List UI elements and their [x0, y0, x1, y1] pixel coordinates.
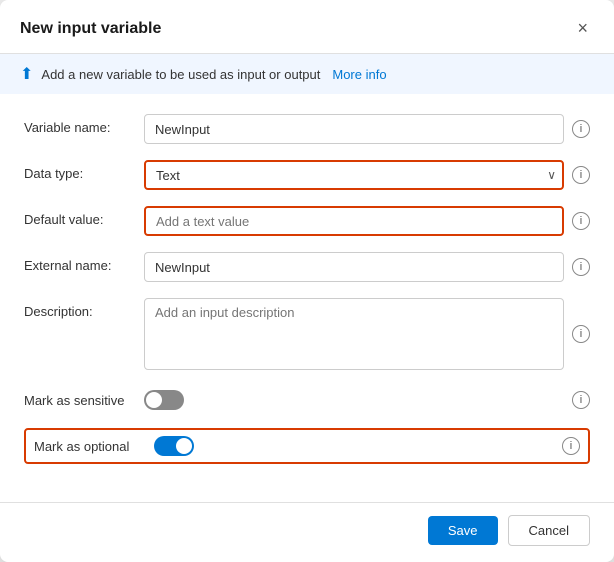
- default-value-input[interactable]: [144, 206, 564, 236]
- upload-icon: ⬆: [20, 64, 33, 84]
- data-type-select[interactable]: Text Boolean Number DateTime List: [144, 160, 564, 190]
- info-banner-text: Add a new variable to be used as input o…: [41, 67, 320, 82]
- default-value-label: Default value:: [24, 206, 144, 227]
- new-input-variable-dialog: New input variable × ⬆ Add a new variabl…: [0, 0, 614, 562]
- data-type-row: Data type: Text Boolean Number DateTime …: [24, 160, 590, 190]
- mark-optional-toggle-wrap: i: [154, 436, 580, 456]
- info-banner: ⬆ Add a new variable to be used as input…: [0, 54, 614, 94]
- mark-sensitive-toggle[interactable]: [144, 390, 184, 410]
- description-row: Description: i: [24, 298, 590, 370]
- variable-name-control: i: [144, 114, 590, 144]
- description-control: i: [144, 298, 590, 370]
- cancel-button[interactable]: Cancel: [508, 515, 590, 546]
- default-value-info-icon[interactable]: i: [572, 212, 590, 230]
- external-name-info-icon[interactable]: i: [572, 258, 590, 276]
- save-button[interactable]: Save: [428, 516, 498, 545]
- mark-sensitive-info-icon[interactable]: i: [572, 391, 590, 409]
- default-value-control: i: [144, 206, 590, 236]
- mark-optional-label: Mark as optional: [34, 439, 154, 454]
- mark-optional-toggle[interactable]: [154, 436, 194, 456]
- description-info-icon[interactable]: i: [572, 325, 590, 343]
- dialog-header: New input variable ×: [0, 0, 614, 54]
- variable-name-row: Variable name: i: [24, 114, 590, 144]
- mark-sensitive-label: Mark as sensitive: [24, 393, 144, 408]
- data-type-label: Data type:: [24, 160, 144, 181]
- close-button[interactable]: ×: [571, 16, 594, 41]
- external-name-label: External name:: [24, 252, 144, 273]
- data-type-select-wrap: Text Boolean Number DateTime List ∨: [144, 160, 564, 190]
- default-value-row: Default value: i: [24, 206, 590, 236]
- more-info-link[interactable]: More info: [332, 67, 386, 82]
- dialog-body: Variable name: i Data type: Text Boolean…: [0, 94, 614, 498]
- description-label: Description:: [24, 298, 144, 319]
- variable-name-info-icon[interactable]: i: [572, 120, 590, 138]
- dialog-title: New input variable: [20, 20, 161, 38]
- external-name-control: i: [144, 252, 590, 282]
- mark-sensitive-toggle-wrap: i: [144, 390, 590, 410]
- mark-sensitive-row: Mark as sensitive i: [24, 386, 590, 414]
- mark-optional-info-icon[interactable]: i: [562, 437, 580, 455]
- dialog-footer: Save Cancel: [0, 502, 614, 562]
- data-type-control: Text Boolean Number DateTime List ∨ i: [144, 160, 590, 190]
- description-textarea[interactable]: [144, 298, 564, 370]
- mark-optional-row: Mark as optional i: [24, 428, 590, 464]
- variable-name-label: Variable name:: [24, 114, 144, 135]
- external-name-row: External name: i: [24, 252, 590, 282]
- external-name-input[interactable]: [144, 252, 564, 282]
- variable-name-input[interactable]: [144, 114, 564, 144]
- data-type-info-icon[interactable]: i: [572, 166, 590, 184]
